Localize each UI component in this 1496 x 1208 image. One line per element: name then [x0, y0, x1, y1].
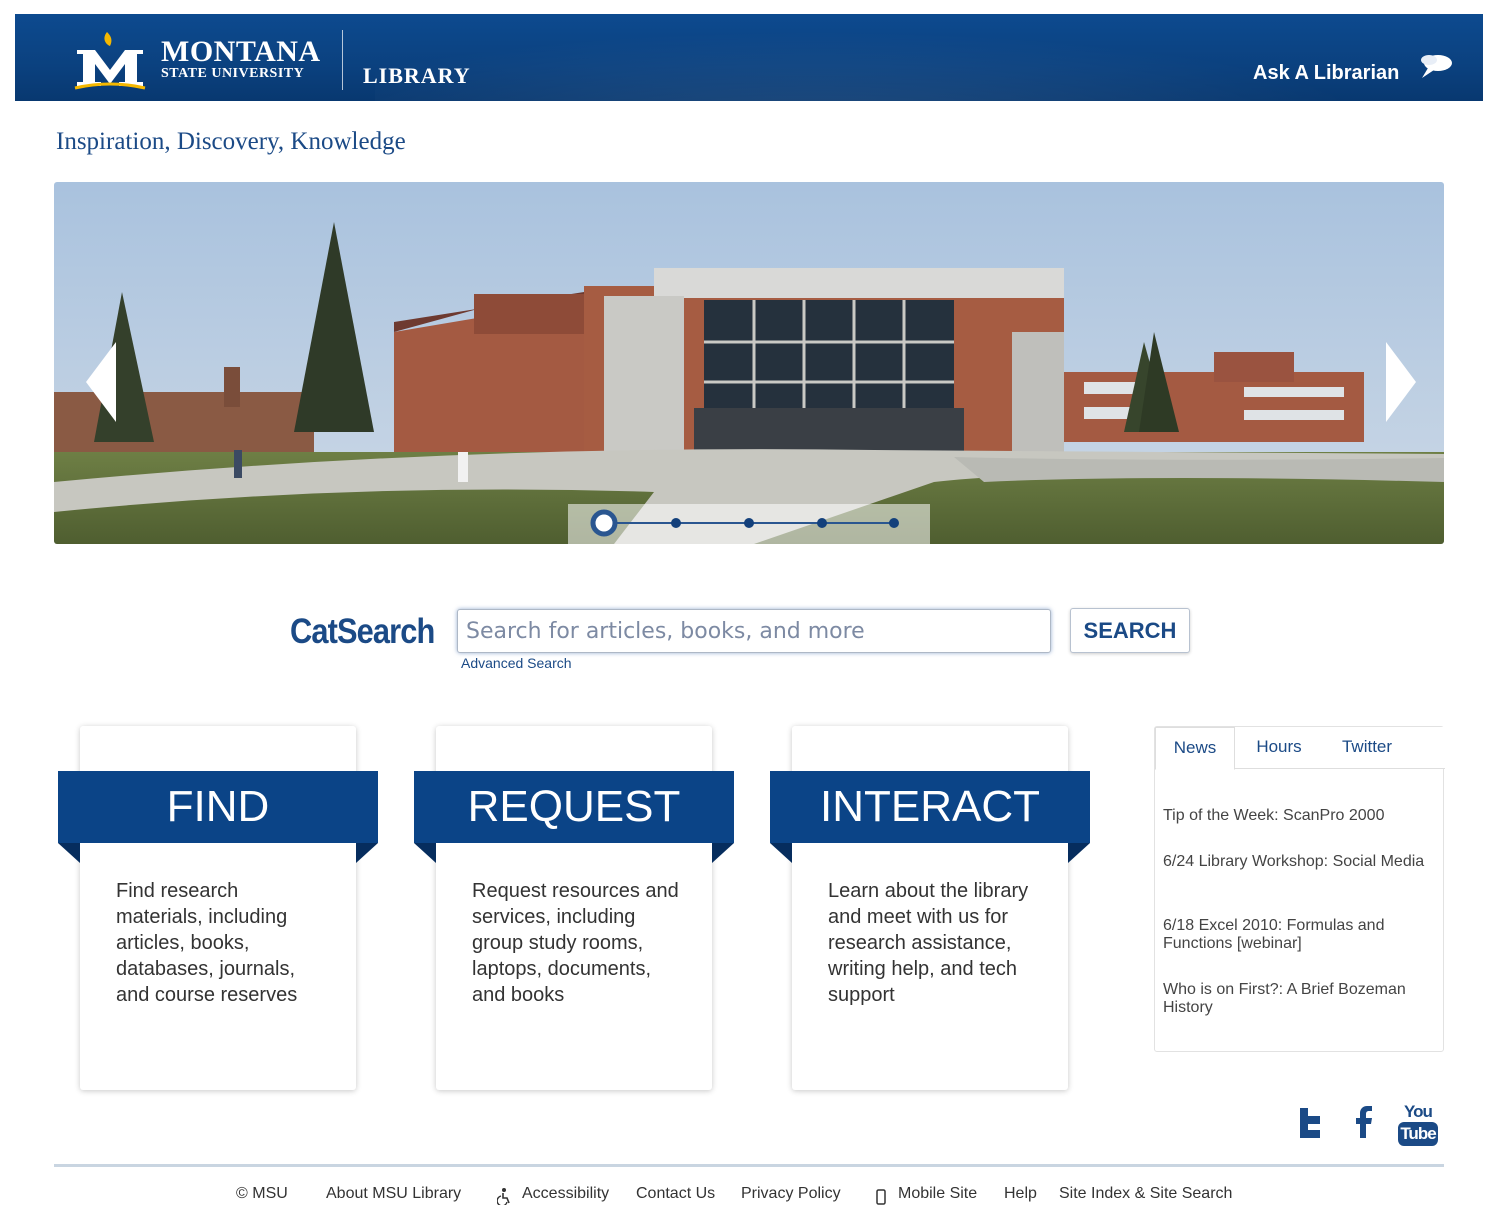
find-ribbon-fold-right [356, 843, 378, 863]
find-ribbon[interactable]: FIND [58, 771, 378, 843]
university-name: MONTANA [161, 35, 321, 68]
university-wordmark[interactable]: MONTANA STATE UNIVERSITY [161, 35, 321, 82]
youtube-icon-bottom: Tube [1398, 1122, 1438, 1146]
accessibility-icon [497, 1188, 510, 1205]
carousel-dot-2[interactable] [671, 518, 681, 528]
footer-link-contact[interactable]: Contact Us [636, 1185, 715, 1203]
carousel-dot-1[interactable] [590, 509, 618, 537]
university-subname: STATE UNIVERSITY [161, 66, 305, 81]
footer-link-accessibility[interactable]: Accessibility [522, 1185, 609, 1203]
find-title: FIND [166, 782, 270, 831]
site-tagline: Inspiration, Discovery, Knowledge [56, 128, 406, 155]
carousel-next-icon[interactable] [1380, 342, 1420, 422]
tab-bar: News Hours Twitter [1155, 727, 1445, 770]
find-ribbon-fold-left [58, 843, 80, 863]
youtube-icon-top: You [1404, 1102, 1433, 1121]
interact-ribbon[interactable]: INTERACT [770, 771, 1090, 843]
tab-twitter[interactable]: Twitter [1327, 727, 1407, 769]
footer-link-privacy[interactable]: Privacy Policy [741, 1185, 841, 1203]
header-divider [342, 30, 343, 90]
news-item[interactable]: Who is on First?: A Brief Bozeman Histor… [1163, 981, 1435, 1017]
footer-link-mobile[interactable]: Mobile Site [898, 1185, 977, 1203]
carousel-dot-4[interactable] [817, 518, 827, 528]
facebook-icon[interactable] [1354, 1106, 1374, 1140]
request-ribbon-fold-left [414, 843, 436, 863]
news-item[interactable]: Tip of the Week: ScanPro 2000 [1163, 807, 1435, 825]
tab-hours[interactable]: Hours [1239, 727, 1319, 769]
request-ribbon-fold-right [712, 843, 734, 863]
interact-ribbon-fold-right [1068, 843, 1090, 863]
footer-copyright: © MSU [236, 1185, 288, 1202]
footer-divider [54, 1164, 1444, 1167]
carousel-dot-3[interactable] [744, 518, 754, 528]
msu-logo-icon[interactable] [73, 30, 147, 90]
tab-news[interactable]: News [1155, 727, 1235, 770]
request-description: Request resources and services, includin… [472, 880, 679, 1006]
interact-description: Learn about the library and meet with us… [828, 880, 1029, 1006]
catsearch-label: CatSearch [290, 612, 435, 651]
interact-title: INTERACT [820, 782, 1040, 831]
header-swoosh [375, 14, 1475, 101]
search-input[interactable] [457, 609, 1051, 653]
footer-link-help[interactable]: Help [1004, 1185, 1037, 1203]
news-item[interactable]: 6/24 Library Workshop: Social Media [1163, 853, 1435, 871]
footer-link-site-index[interactable]: Site Index & Site Search [1059, 1185, 1232, 1203]
carousel-prev-icon[interactable] [82, 342, 122, 422]
search-button[interactable]: SEARCH [1070, 608, 1190, 653]
carousel-pager [568, 504, 930, 544]
image-carousel[interactable] [54, 182, 1444, 544]
library-building-photo [54, 182, 1444, 544]
site-header: MONTANA STATE UNIVERSITY LIBRARY Ask A L… [15, 14, 1483, 101]
advanced-search-link[interactable]: Advanced Search [461, 655, 572, 671]
request-ribbon[interactable]: REQUEST [414, 771, 734, 843]
request-title: REQUEST [467, 782, 681, 831]
interact-ribbon-fold-left [770, 843, 792, 863]
footer-link-about[interactable]: About MSU Library [326, 1185, 461, 1203]
carousel-dot-5[interactable] [889, 518, 899, 528]
ask-librarian-link[interactable]: Ask A Librarian [1253, 62, 1399, 85]
chat-bubble-icon[interactable] [1418, 54, 1454, 80]
mobile-phone-icon [876, 1189, 886, 1205]
news-tabs-panel: News Hours Twitter Tip of the Week: Scan… [1154, 726, 1445, 1052]
youtube-icon[interactable]: You Tube [1398, 1102, 1438, 1148]
find-description: Find research materials, including artic… [116, 880, 298, 1006]
twitter-icon[interactable] [1298, 1106, 1322, 1140]
news-item[interactable]: 6/18 Excel 2010: Formulas and Functions … [1163, 917, 1435, 953]
library-title[interactable]: LIBRARY [363, 63, 471, 89]
